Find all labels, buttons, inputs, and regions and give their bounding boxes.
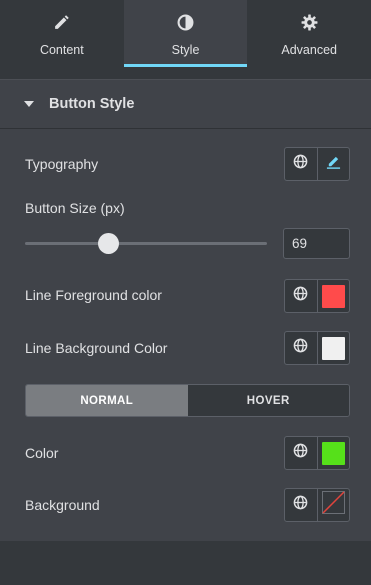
pencil-edit-icon <box>326 154 341 174</box>
globe-icon <box>293 154 308 174</box>
line-background-global-button[interactable] <box>285 332 317 364</box>
line-background-swatch <box>321 336 345 360</box>
background-label: Background <box>25 497 100 513</box>
background-controls <box>284 488 350 522</box>
line-background-color-picker[interactable] <box>316 332 349 364</box>
no-color-icon <box>321 491 345 519</box>
typography-controls <box>284 147 350 181</box>
tab-advanced[interactable]: Advanced <box>247 0 371 67</box>
background-global-button[interactable] <box>285 489 317 521</box>
color-swatch <box>321 441 345 465</box>
state-toggle: NORMAL HOVER <box>25 384 350 417</box>
color-label: Color <box>25 445 59 461</box>
half-circle-icon <box>177 14 194 36</box>
tab-style[interactable]: Style <box>123 0 248 67</box>
section-title: Button Style <box>49 96 135 112</box>
color-controls <box>284 436 350 470</box>
tab-style-label: Style <box>171 43 200 57</box>
button-size-slider-track[interactable] <box>25 242 267 245</box>
tab-hover[interactable]: HOVER <box>187 385 349 416</box>
color-global-button[interactable] <box>285 437 317 469</box>
tab-advanced-label: Advanced <box>281 43 337 57</box>
button-size-slider-handle[interactable] <box>98 233 119 254</box>
typography-edit-button[interactable] <box>316 148 349 180</box>
line-background-controls <box>284 331 350 365</box>
section-header-button-style[interactable]: Button Style <box>0 79 371 129</box>
globe-icon <box>293 286 308 306</box>
tab-content-label: Content <box>39 43 84 57</box>
line-foreground-label: Line Foreground color <box>25 287 162 303</box>
globe-icon <box>293 338 308 358</box>
line-foreground-swatch <box>321 284 345 308</box>
tab-normal[interactable]: NORMAL <box>26 385 188 416</box>
pencil-icon <box>53 14 70 36</box>
line-foreground-global-button[interactable] <box>285 280 317 312</box>
caret-down-icon <box>24 101 34 107</box>
color-picker[interactable] <box>316 437 349 469</box>
gear-icon <box>301 14 318 36</box>
tab-content[interactable]: Content <box>0 0 124 67</box>
tabs-divider <box>0 67 371 79</box>
panel-footer <box>0 541 371 585</box>
button-size-label: Button Size (px) <box>25 200 125 216</box>
typography-global-button[interactable] <box>285 148 317 180</box>
line-foreground-color-picker[interactable] <box>316 280 349 312</box>
panel-tabs: Content Style Advanced <box>0 0 371 67</box>
line-foreground-controls <box>284 279 350 313</box>
line-background-label: Line Background Color <box>25 340 168 356</box>
background-color-picker[interactable] <box>316 489 349 521</box>
globe-icon <box>293 495 308 515</box>
button-size-input[interactable] <box>283 228 350 259</box>
globe-icon <box>293 443 308 463</box>
typography-label: Typography <box>25 156 99 172</box>
